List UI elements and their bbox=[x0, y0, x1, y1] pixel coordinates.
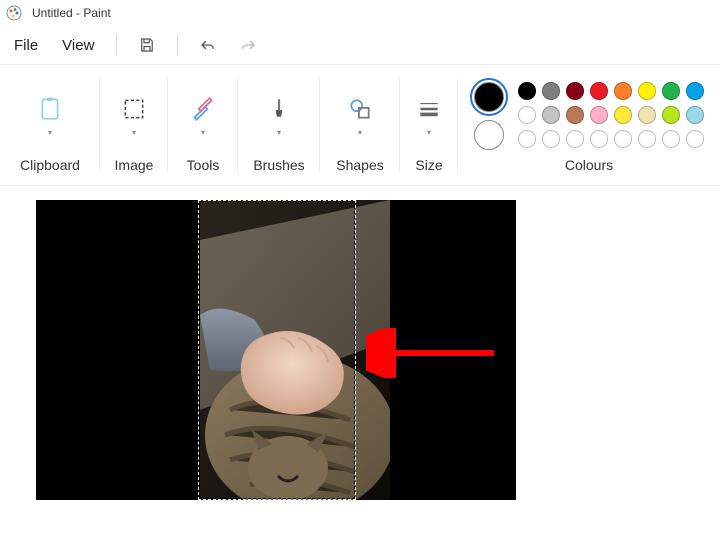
shapes-button[interactable]: ▾ bbox=[347, 96, 373, 137]
ribbon-group-tools: ▾ Tools bbox=[168, 65, 238, 185]
colour-secondary[interactable] bbox=[474, 120, 504, 150]
palette-swatch[interactable] bbox=[566, 130, 584, 148]
clipboard-icon bbox=[37, 96, 63, 122]
image-select-button[interactable]: ▾ bbox=[121, 96, 147, 137]
colour-primary[interactable] bbox=[474, 82, 504, 112]
menu-view[interactable]: View bbox=[56, 33, 100, 58]
shapes-icon bbox=[347, 96, 373, 122]
ribbon: ▾ Clipboard ▾ Image ▾ Tools bbox=[0, 64, 720, 186]
palette-swatch[interactable] bbox=[614, 82, 632, 100]
palette-swatch[interactable] bbox=[566, 106, 584, 124]
line-weight-icon bbox=[416, 96, 442, 122]
palette-swatch[interactable] bbox=[590, 106, 608, 124]
ribbon-label: Brushes bbox=[253, 157, 304, 177]
annotation-arrow bbox=[366, 328, 506, 378]
palette-swatch[interactable] bbox=[686, 82, 704, 100]
brush-icon bbox=[266, 96, 292, 122]
redo-button[interactable] bbox=[234, 31, 262, 59]
palette-swatch[interactable] bbox=[542, 82, 560, 100]
selection-rect-icon bbox=[121, 96, 147, 122]
palette-swatch[interactable] bbox=[638, 82, 656, 100]
colour-palette bbox=[518, 82, 704, 148]
palette-swatch[interactable] bbox=[638, 106, 656, 124]
menu-file[interactable]: File bbox=[8, 33, 44, 58]
pasted-image bbox=[200, 200, 390, 500]
palette-swatch[interactable] bbox=[542, 130, 560, 148]
size-button[interactable]: ▾ bbox=[416, 96, 442, 137]
separator bbox=[116, 34, 117, 56]
ribbon-label: Shapes bbox=[336, 157, 383, 177]
chevron-down-icon: ▾ bbox=[358, 128, 362, 137]
clipboard-button[interactable]: ▾ bbox=[37, 96, 63, 137]
ribbon-label: Colours bbox=[565, 157, 613, 177]
palette-swatch[interactable] bbox=[614, 130, 632, 148]
brushes-button[interactable]: ▾ bbox=[266, 96, 292, 137]
ribbon-group-image: ▾ Image bbox=[100, 65, 168, 185]
ribbon-label: Tools bbox=[187, 157, 220, 177]
tools-button[interactable]: ▾ bbox=[190, 96, 216, 137]
canvas[interactable] bbox=[36, 200, 516, 500]
palette-swatch[interactable] bbox=[590, 82, 608, 100]
palette-swatch[interactable] bbox=[614, 106, 632, 124]
ribbon-group-colours: Colours bbox=[458, 65, 720, 185]
ribbon-group-brushes: ▾ Brushes bbox=[238, 65, 320, 185]
chevron-down-icon: ▾ bbox=[48, 128, 52, 137]
undo-button[interactable] bbox=[194, 31, 222, 59]
palette-swatch[interactable] bbox=[686, 106, 704, 124]
ribbon-group-shapes: ▾ Shapes bbox=[320, 65, 400, 185]
separator bbox=[177, 34, 178, 56]
ribbon-label: Clipboard bbox=[20, 157, 80, 177]
save-button[interactable] bbox=[133, 31, 161, 59]
paint-app-icon bbox=[6, 5, 22, 21]
ribbon-group-clipboard: ▾ Clipboard bbox=[0, 65, 100, 185]
menu-bar: File View bbox=[0, 26, 720, 64]
pencil-brush-icon bbox=[190, 96, 216, 122]
chevron-down-icon: ▾ bbox=[201, 128, 205, 137]
chevron-down-icon: ▾ bbox=[427, 128, 431, 137]
chevron-down-icon: ▾ bbox=[132, 128, 136, 137]
ribbon-label: Image bbox=[115, 157, 154, 177]
palette-swatch[interactable] bbox=[590, 130, 608, 148]
ribbon-label: Size bbox=[415, 157, 442, 177]
palette-swatch[interactable] bbox=[662, 82, 680, 100]
chevron-down-icon: ▾ bbox=[277, 128, 281, 137]
ribbon-group-size: ▾ Size bbox=[400, 65, 458, 185]
palette-swatch[interactable] bbox=[518, 130, 536, 148]
palette-swatch[interactable] bbox=[662, 130, 680, 148]
palette-swatch[interactable] bbox=[686, 130, 704, 148]
window-title: Untitled - Paint bbox=[32, 6, 111, 20]
palette-swatch[interactable] bbox=[518, 106, 536, 124]
palette-swatch[interactable] bbox=[542, 106, 560, 124]
palette-swatch[interactable] bbox=[662, 106, 680, 124]
canvas-area bbox=[0, 186, 720, 514]
palette-swatch[interactable] bbox=[518, 82, 536, 100]
palette-swatch[interactable] bbox=[566, 82, 584, 100]
palette-swatch[interactable] bbox=[638, 130, 656, 148]
title-bar: Untitled - Paint bbox=[0, 0, 720, 26]
